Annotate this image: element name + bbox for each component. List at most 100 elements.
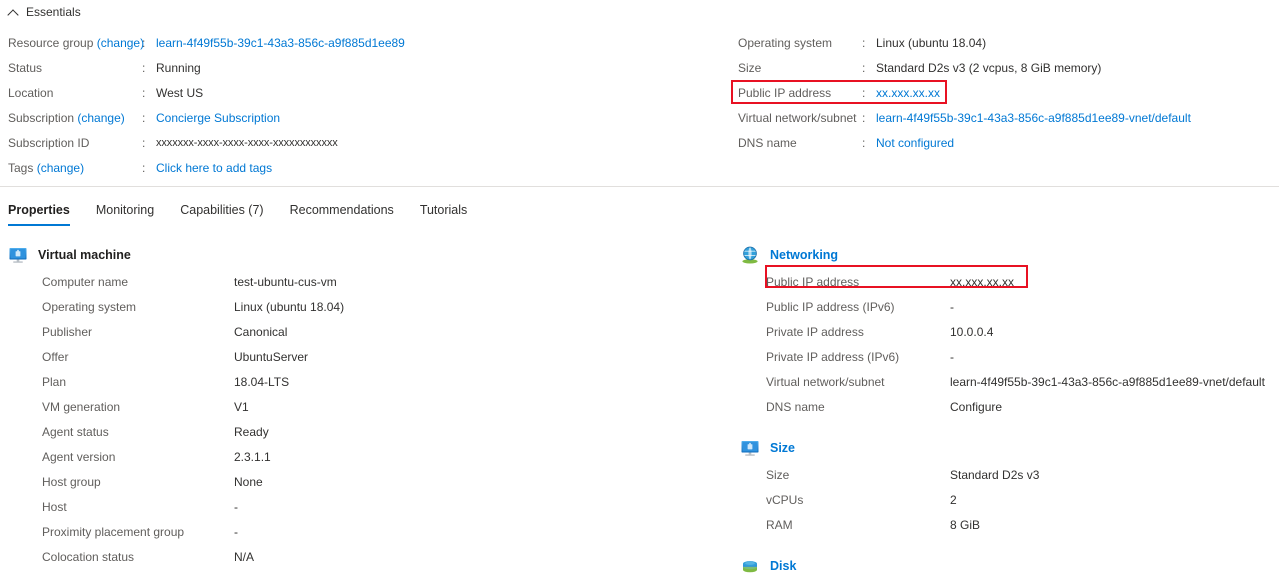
essentials-label-text: Subscription (8, 110, 75, 125)
host-value: - (234, 499, 238, 514)
essentials-label: Subscription ID (8, 135, 90, 150)
public-ip-address-value-link[interactable]: xx.xxx.xx.xx (950, 274, 1014, 290)
computer-name-value: test-ubuntu-cus-vm (234, 274, 337, 289)
essentials-collapse-header[interactable]: Essentials (8, 4, 81, 20)
tab-properties[interactable]: Properties (8, 202, 70, 226)
prop-row-colocation-status: Colocation status N/A (8, 544, 708, 569)
prop-row-agent-status: Agent status Ready (8, 419, 708, 444)
essentials-label: Resource group (change) (8, 35, 144, 51)
essentials-colon: : (862, 135, 866, 150)
public-ip-address-value-link[interactable]: xx.xxx.xx.xx (871, 85, 940, 101)
prop-label: Public IP address (766, 274, 860, 289)
size-monitor-icon (740, 438, 760, 458)
essentials-colon: : (142, 160, 146, 175)
plan-value: 18.04-LTS (234, 374, 290, 389)
tags-add-link[interactable]: Click here to add tags (151, 160, 272, 176)
private-ip-address-ipv6-value: - (950, 349, 954, 364)
prop-label: Operating system (42, 299, 137, 314)
essentials-row-subscription: Subscription (change) : Concierge Subscr… (8, 105, 708, 130)
essentials-label: Virtual network/subnet (738, 110, 857, 125)
status-value: Running (156, 60, 201, 75)
essentials-row-status: Status : Running (8, 55, 708, 80)
tab-monitoring[interactable]: Monitoring (96, 202, 154, 226)
prop-label: Public IP address (IPv6) (766, 299, 895, 314)
virtual-network-subnet-value-link[interactable]: learn-4f49f55b-39c1-43a3-856c-a9f885d1ee… (950, 374, 1265, 390)
panel-spacer (740, 419, 1279, 437)
resource-group-change-link[interactable]: (change) (97, 36, 144, 50)
essentials-colon: : (862, 85, 866, 100)
dns-name-value-link[interactable]: Not configured (871, 135, 954, 151)
panel-header-size: Size (740, 437, 1279, 459)
prop-row-dns-name: DNS name Configure (740, 394, 1279, 419)
subscription-id-value: xxxxxxx-xxxx-xxxx-xxxx-xxxxxxxxxxxx (156, 136, 338, 149)
prop-label: Agent status (42, 424, 109, 439)
chevron-up-icon (8, 7, 19, 18)
operating-system-value: Linux (ubuntu 18.04) (876, 35, 987, 50)
virtual-machine-icon (8, 245, 28, 265)
prop-row-operating-system: Operating system Linux (ubuntu 18.04) (8, 294, 708, 319)
essentials-row-subscription-id: Subscription ID : xxxxxxx-xxxx-xxxx-xxxx… (8, 130, 708, 155)
disk-stack-icon (740, 556, 760, 576)
essentials-row-tags: Tags (change) : Click here to add tags (8, 155, 708, 180)
essentials-colon: : (142, 35, 146, 50)
essentials-title: Essentials (26, 5, 81, 19)
prop-label: DNS name (766, 399, 825, 414)
essentials-colon: : (862, 35, 866, 50)
prop-row-host: Host - (8, 494, 708, 519)
panel-title-size[interactable]: Size (770, 440, 795, 456)
private-ip-address-value: 10.0.0.4 (950, 324, 994, 339)
prop-label: RAM (766, 517, 793, 532)
prop-row-vm-generation: VM generation V1 (8, 394, 708, 419)
essentials-row-resource-group: Resource group (change) : learn-4f49f55b… (8, 30, 708, 55)
prop-label: Host group (42, 474, 101, 489)
prop-row-computer-name: Computer name test-ubuntu-cus-vm (8, 269, 708, 294)
ram-value: 8 GiB (950, 517, 981, 532)
properties-left-column: Virtual machine Computer name test-ubunt… (8, 244, 708, 569)
virtual-network-subnet-value-link[interactable]: learn-4f49f55b-39c1-43a3-856c-a9f885d1ee… (871, 110, 1191, 126)
essentials-right-column: Operating system : Linux (ubuntu 18.04) … (738, 30, 1279, 155)
prop-label: Publisher (42, 324, 93, 339)
prop-label: Computer name (42, 274, 129, 289)
proximity-placement-group-value: - (234, 524, 238, 539)
panel-title-disk[interactable]: Disk (770, 558, 796, 574)
prop-label: Size (766, 467, 790, 482)
prop-label: Plan (42, 374, 67, 389)
tags-change-link[interactable]: (change) (37, 161, 84, 175)
operating-system-value: Linux (ubuntu 18.04) (234, 299, 345, 314)
prop-label: Colocation status (42, 549, 135, 564)
prop-label: Proximity placement group (42, 524, 185, 539)
prop-row-virtual-network-subnet: Virtual network/subnet learn-4f49f55b-39… (740, 369, 1279, 394)
panel-header-disk: Disk (740, 555, 1279, 577)
subscription-value-link[interactable]: Concierge Subscription (151, 110, 280, 126)
essentials-row-virtual-network-subnet: Virtual network/subnet : learn-4f49f55b-… (738, 105, 1279, 130)
tab-recommendations[interactable]: Recommendations (290, 202, 394, 226)
essentials-label: Operating system (738, 35, 833, 50)
section-divider (0, 186, 1279, 187)
prop-label: Private IP address (IPv6) (766, 349, 900, 364)
essentials-label: Size (738, 60, 762, 75)
tab-capabilities[interactable]: Capabilities (7) (180, 202, 263, 226)
essentials-row-operating-system: Operating system : Linux (ubuntu 18.04) (738, 30, 1279, 55)
prop-row-host-group: Host group None (8, 469, 708, 494)
host-group-value-link[interactable]: None (234, 474, 263, 490)
globe-network-icon (740, 245, 760, 265)
panel-header-virtual-machine: Virtual machine (8, 244, 708, 266)
dns-name-configure-link[interactable]: Configure (950, 399, 1002, 415)
prop-row-proximity-placement-group: Proximity placement group - (8, 519, 708, 544)
prop-row-public-ip-address: Public IP address xx.xxx.xx.xx (740, 269, 1279, 294)
essentials-row-size: Size : Standard D2s v3 (2 vcpus, 8 GiB m… (738, 55, 1279, 80)
panel-title-networking[interactable]: Networking (770, 247, 838, 263)
essentials-label: Status (8, 60, 43, 75)
prop-label: Offer (42, 349, 69, 364)
publisher-value: Canonical (234, 324, 288, 339)
panel-size: Size Size Standard D2s v3 vCPUs 2 RAM 8 … (740, 437, 1279, 537)
subscription-change-link[interactable]: (change) (77, 111, 124, 125)
prop-label: Agent version (42, 449, 116, 464)
essentials-colon: : (862, 60, 866, 75)
vm-generation-value: V1 (234, 399, 249, 414)
resource-group-value-link[interactable]: learn-4f49f55b-39c1-43a3-856c-a9f885d1ee… (151, 35, 405, 51)
essentials-label-text: Resource group (8, 35, 94, 50)
panel-virtual-machine: Virtual machine Computer name test-ubunt… (8, 244, 708, 569)
tab-tutorials[interactable]: Tutorials (420, 202, 467, 226)
prop-row-vcpus: vCPUs 2 (740, 487, 1279, 512)
